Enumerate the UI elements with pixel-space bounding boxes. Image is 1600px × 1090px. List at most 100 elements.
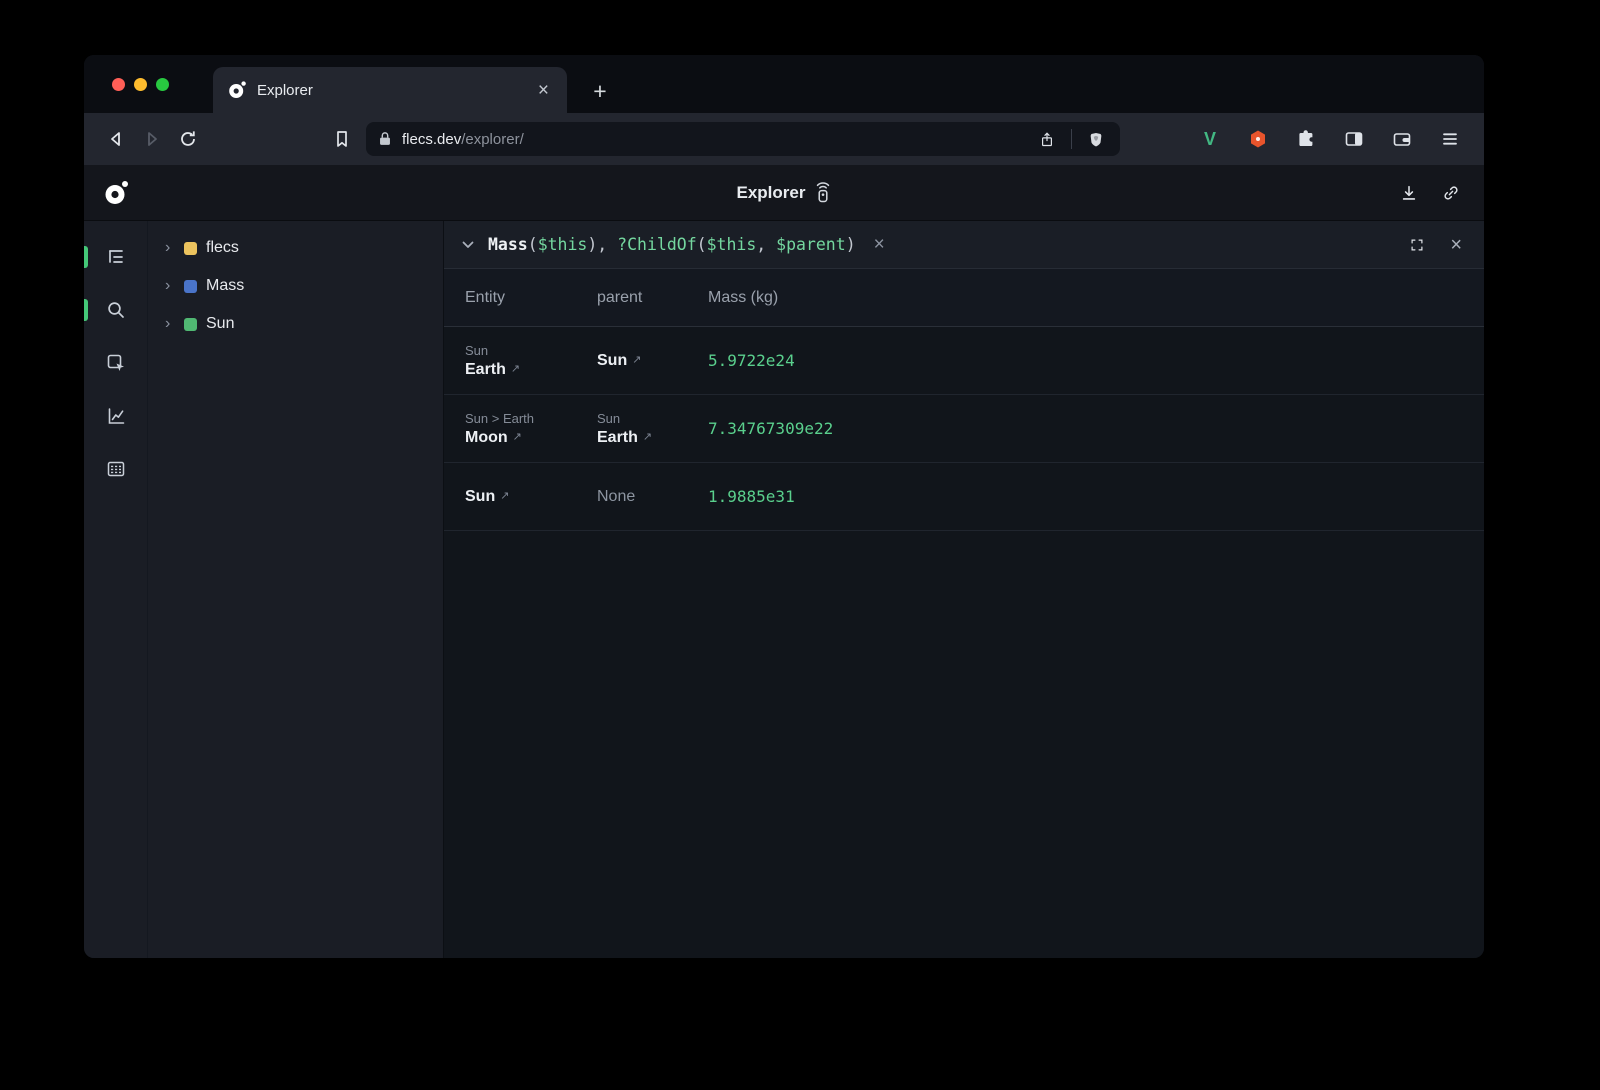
tab-title: Explorer (257, 82, 524, 99)
hexagon-extension-icon[interactable] (1238, 122, 1278, 156)
query-token: ( (697, 235, 707, 254)
entity-tree-icon[interactable] (96, 237, 136, 277)
entity-link[interactable]: Sun (465, 488, 495, 505)
forward-button[interactable] (134, 121, 170, 157)
zoom-window-button[interactable] (156, 78, 169, 91)
main-content: › flecs › Mass › Sun Mass($this), ?Chi (84, 221, 1484, 958)
external-link-icon: ↗ (632, 354, 641, 366)
bookmark-icon[interactable] (324, 121, 360, 157)
query-expression[interactable]: Mass($this), ?ChildOf($this, $parent) (488, 235, 856, 254)
external-link-icon: ↗ (643, 431, 652, 443)
query-token: ( (528, 235, 538, 254)
urlbar-actions (1033, 122, 1110, 156)
tab-bar: Explorer × + (84, 55, 1484, 113)
parent-cell: Sun Earth↗ (597, 411, 708, 447)
external-link-icon: ↗ (500, 490, 509, 502)
flecs-logo-icon (102, 179, 130, 207)
entity-color-swatch (184, 318, 197, 331)
vue-devtools-icon[interactable]: V (1190, 122, 1230, 156)
page-title: Explorer (737, 182, 832, 203)
tree-item-mass[interactable]: › Mass (148, 267, 443, 305)
parent-cell: None (597, 488, 708, 506)
minimize-window-button[interactable] (134, 78, 147, 91)
inspector-icon[interactable] (96, 343, 136, 383)
entity-parent-path: Sun (465, 343, 597, 358)
parent-cell: Sun ↗ (597, 352, 708, 370)
browser-tab[interactable]: Explorer × (213, 67, 567, 113)
extensions-puzzle-icon[interactable] (1286, 122, 1326, 156)
share-icon[interactable] (1033, 122, 1061, 156)
menu-icon[interactable] (1430, 122, 1470, 156)
active-indicator (84, 299, 88, 321)
entity-cell: Sun ↗ (444, 488, 597, 506)
entity-cell: Sun > Earth Moon↗ (444, 411, 597, 447)
expand-chevron-icon[interactable]: › (165, 316, 175, 332)
browser-toolbar: flecs.dev/explorer/ (84, 113, 1484, 165)
column-header-mass[interactable]: Mass (kg) (708, 289, 1484, 307)
query-token: ?ChildOf (617, 235, 696, 254)
clear-query-icon[interactable]: × (868, 234, 891, 255)
query-token: $this (538, 235, 588, 254)
share-link-icon[interactable] (1436, 178, 1466, 208)
entity-link[interactable]: Earth (465, 361, 506, 378)
brave-shields-icon[interactable] (1082, 122, 1110, 156)
expand-chevron-icon[interactable]: › (165, 278, 175, 294)
tree-item-flecs[interactable]: › flecs (148, 229, 443, 267)
browser-window: Explorer × + flecs.dev/explorer/ (84, 55, 1484, 958)
entity-name: Moon↗ (465, 429, 597, 447)
reload-button[interactable] (170, 121, 206, 157)
download-icon[interactable] (1394, 178, 1424, 208)
data-table-icon[interactable] (96, 449, 136, 489)
query-search-icon[interactable] (96, 290, 136, 330)
table-header-row: Entity parent Mass (kg) (444, 269, 1484, 327)
lock-icon (376, 130, 394, 148)
entity-parent-path: Sun > Earth (465, 411, 597, 426)
query-header: Mass($this), ?ChildOf($this, $parent) × … (444, 221, 1484, 269)
tab-close-icon[interactable]: × (534, 79, 553, 102)
tree-item-label: flecs (206, 239, 239, 257)
parent-link[interactable]: Sun (597, 352, 627, 369)
remote-icon (814, 182, 831, 203)
new-tab-button[interactable]: + (585, 76, 615, 106)
app-title-text: Explorer (737, 183, 806, 203)
table-row[interactable]: Sun↗ None 1.9885e31 (444, 463, 1484, 531)
extension-cluster: V (1190, 122, 1470, 156)
table-row[interactable]: Sun > Earth Moon↗ Sun Earth↗ 7.34767309e… (444, 395, 1484, 463)
tree-item-sun[interactable]: › Sun (148, 305, 443, 343)
query-token: $parent (776, 235, 846, 254)
urlbar-separator (1071, 129, 1072, 149)
tree-item-label: Mass (206, 277, 244, 295)
active-indicator (84, 246, 88, 268)
parent-name: Sun ↗ (597, 352, 708, 370)
query-token: , (756, 235, 776, 254)
url-path: /explorer/ (461, 131, 524, 148)
table-row[interactable]: Sun Earth↗ Sun↗ 5.9722e24 (444, 327, 1484, 395)
column-header-entity[interactable]: Entity (444, 289, 597, 307)
fullscreen-icon[interactable] (1404, 232, 1430, 258)
module-color-swatch (184, 242, 197, 255)
wallet-icon[interactable] (1382, 122, 1422, 156)
parent-name: Earth ↗ (597, 429, 708, 447)
external-link-icon: ↗ (511, 363, 520, 375)
url-text: flecs.dev/explorer/ (402, 131, 524, 148)
column-header-parent[interactable]: parent (597, 289, 708, 307)
collapse-chevron-icon[interactable] (460, 237, 476, 253)
close-window-button[interactable] (112, 78, 125, 91)
close-panel-icon[interactable]: × (1444, 234, 1468, 256)
address-bar[interactable]: flecs.dev/explorer/ (366, 122, 1120, 156)
entity-link[interactable]: Moon (465, 429, 508, 446)
expand-chevron-icon[interactable]: › (165, 240, 175, 256)
back-button[interactable] (98, 121, 134, 157)
mass-value: 7.34767309e22 (708, 419, 1484, 438)
query-token: $this (707, 235, 757, 254)
tree-item-label: Sun (206, 315, 234, 333)
query-token: ) (846, 235, 856, 254)
query-token: ), (587, 235, 617, 254)
empty-content-area (444, 531, 1484, 958)
sidebar-toggle-icon[interactable] (1334, 122, 1374, 156)
flecs-favicon-icon (227, 80, 247, 100)
url-domain: flecs.dev (402, 131, 461, 148)
stats-chart-icon[interactable] (96, 396, 136, 436)
parent-link[interactable]: Earth (597, 429, 638, 446)
traffic-lights (112, 78, 169, 91)
